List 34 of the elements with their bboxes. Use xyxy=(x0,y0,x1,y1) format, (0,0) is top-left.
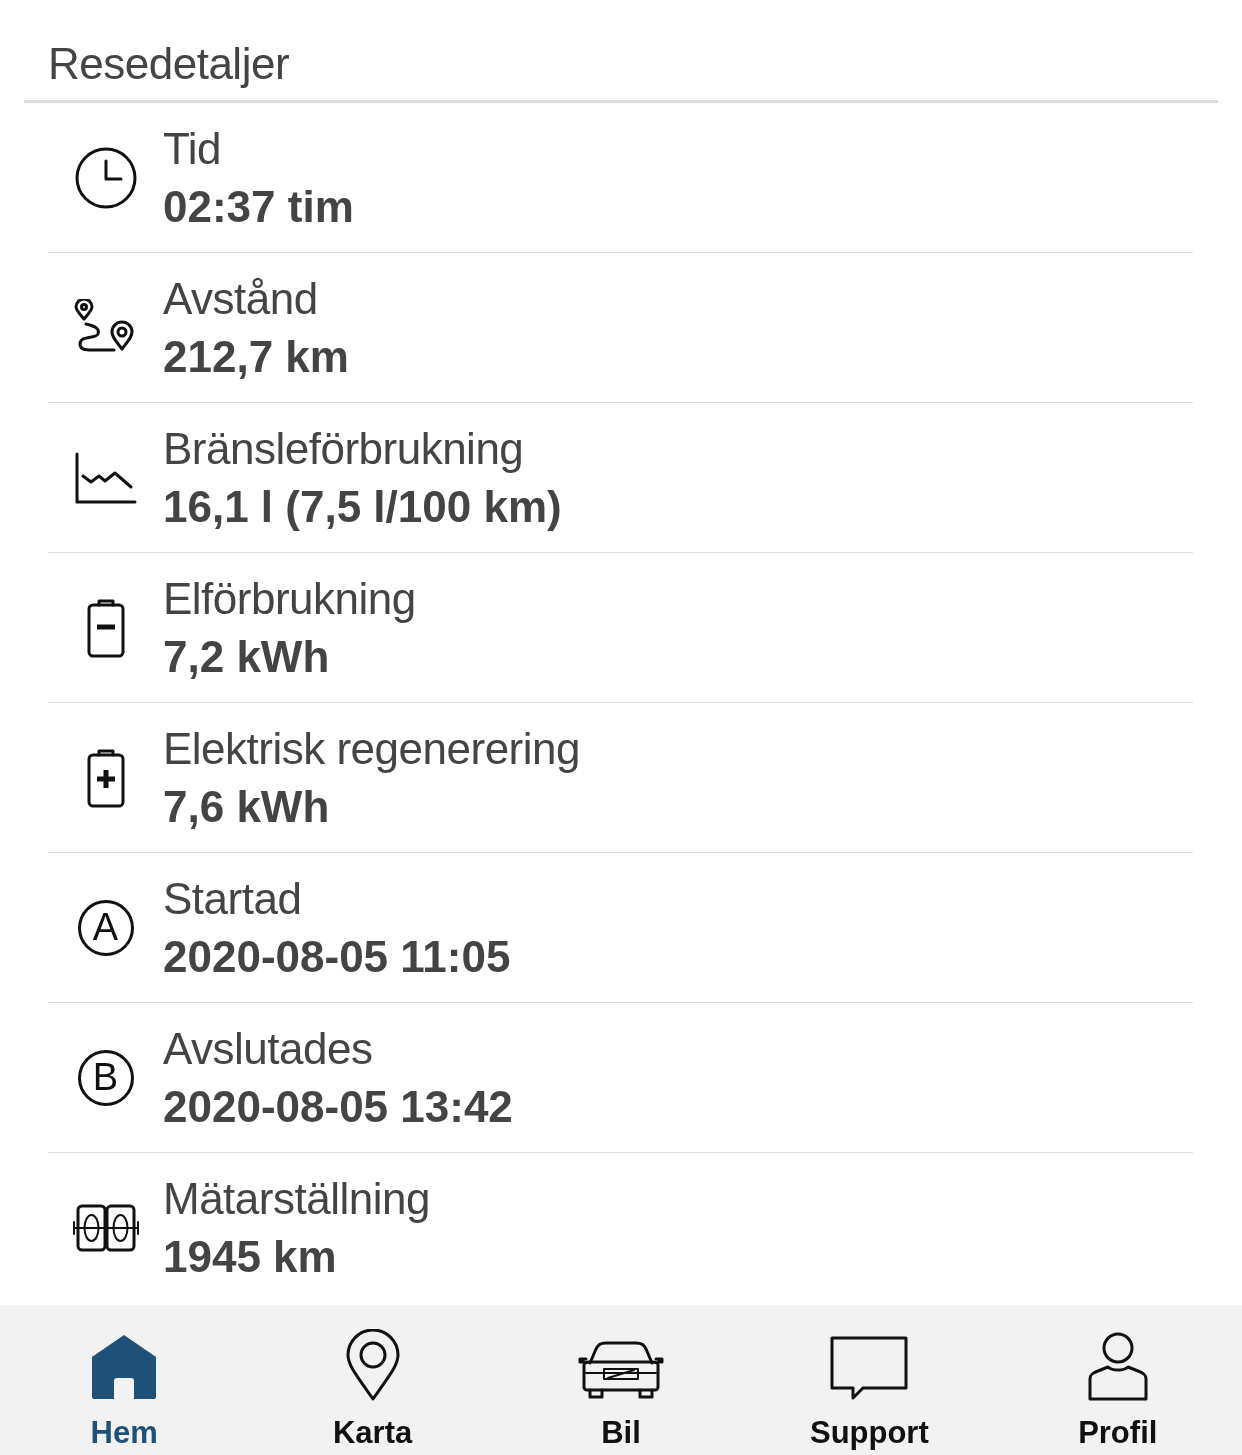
battery-minus-icon xyxy=(86,597,125,658)
detail-label: Avstånd xyxy=(163,272,319,325)
detail-value: 16,1 l (7,5 l/100 km) xyxy=(163,480,562,533)
detail-value: 7,2 kWh xyxy=(163,630,331,683)
map-pin-icon xyxy=(345,1329,400,1401)
battery-plus-icon xyxy=(86,747,125,808)
detail-value: 1945 km xyxy=(163,1230,338,1283)
letter-badge: B xyxy=(77,1049,134,1106)
home-icon xyxy=(90,1333,159,1401)
detail-label: Mätarställning xyxy=(163,1172,430,1225)
detail-label: Tid xyxy=(163,122,222,175)
detail-value: 2020-08-05 13:42 xyxy=(163,1080,513,1133)
detail-value: 212,7 km xyxy=(163,330,349,383)
detail-label: Bränsleförbrukning xyxy=(163,422,525,475)
detail-value: 7,6 kWh xyxy=(163,780,331,833)
car-icon xyxy=(577,1341,664,1401)
nav-tab[interactable]: Karta xyxy=(272,1305,473,1455)
profile-icon xyxy=(1086,1331,1149,1401)
nav-tab[interactable]: Profil xyxy=(1017,1305,1218,1455)
detail-value: 02:37 tim xyxy=(163,180,354,233)
chat-bubble-icon xyxy=(829,1335,910,1401)
line-graph-icon xyxy=(74,451,137,504)
letter-badge: A xyxy=(77,899,134,956)
nav-tab[interactable]: Bil xyxy=(520,1305,721,1455)
nav-tab[interactable]: Hem xyxy=(24,1305,225,1455)
page-title: Resedetaljer xyxy=(48,38,291,90)
detail-value: 2020-08-05 11:05 xyxy=(163,930,511,983)
detail-label: Avslutades xyxy=(163,1022,374,1075)
detail-label: Startad xyxy=(163,872,303,925)
clock-icon xyxy=(74,146,137,209)
detail-label: Elektrisk regenerering xyxy=(163,722,580,775)
detail-label: Elförbrukning xyxy=(163,572,416,625)
odometer-icon xyxy=(71,1202,140,1253)
nav-tab[interactable]: Support xyxy=(769,1305,970,1455)
